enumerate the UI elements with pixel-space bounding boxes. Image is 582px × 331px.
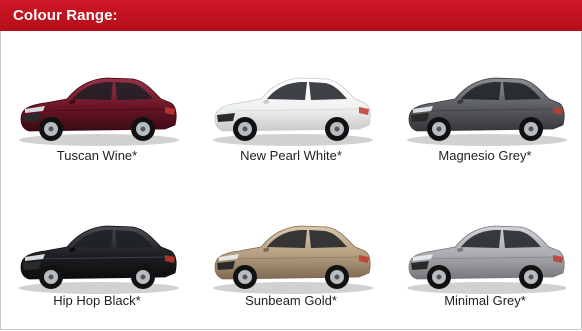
car-image xyxy=(209,217,373,295)
colour-name: Minimal Grey* xyxy=(444,293,526,308)
colour-swatch-hip-hop-black[interactable]: Hip Hop Black* xyxy=(0,181,194,331)
section-title: Colour Range: xyxy=(13,7,118,24)
car-image xyxy=(403,217,567,295)
car-image xyxy=(15,217,179,295)
colour-name: Sunbeam Gold* xyxy=(245,293,337,308)
car-icon xyxy=(407,225,567,294)
car-icon xyxy=(213,225,373,294)
colour-name: Hip Hop Black* xyxy=(53,293,141,308)
colour-name: Tuscan Wine* xyxy=(56,148,138,163)
car-icon xyxy=(19,225,179,294)
colour-swatch-minimal-grey[interactable]: Minimal Grey* xyxy=(388,181,582,331)
colour-name: New Pearl White* xyxy=(240,148,342,163)
colour-swatch-magnesio-grey[interactable]: Magnesio Grey* xyxy=(388,31,582,181)
colour-grid: Tuscan Wine* New Pearl White* Magnesio G… xyxy=(0,31,582,331)
colour-name: Magnesio Grey* xyxy=(438,148,532,163)
car-icon xyxy=(19,77,179,146)
car-image xyxy=(15,69,179,147)
car-icon xyxy=(407,77,567,146)
colour-swatch-tuscan-wine[interactable]: Tuscan Wine* xyxy=(0,31,194,181)
section-header: Colour Range: xyxy=(0,0,582,31)
colour-swatch-sunbeam-gold[interactable]: Sunbeam Gold* xyxy=(194,181,388,331)
car-icon xyxy=(213,77,373,146)
car-image xyxy=(209,69,373,147)
colour-swatch-new-pearl-white[interactable]: New Pearl White* xyxy=(194,31,388,181)
car-image xyxy=(403,69,567,147)
